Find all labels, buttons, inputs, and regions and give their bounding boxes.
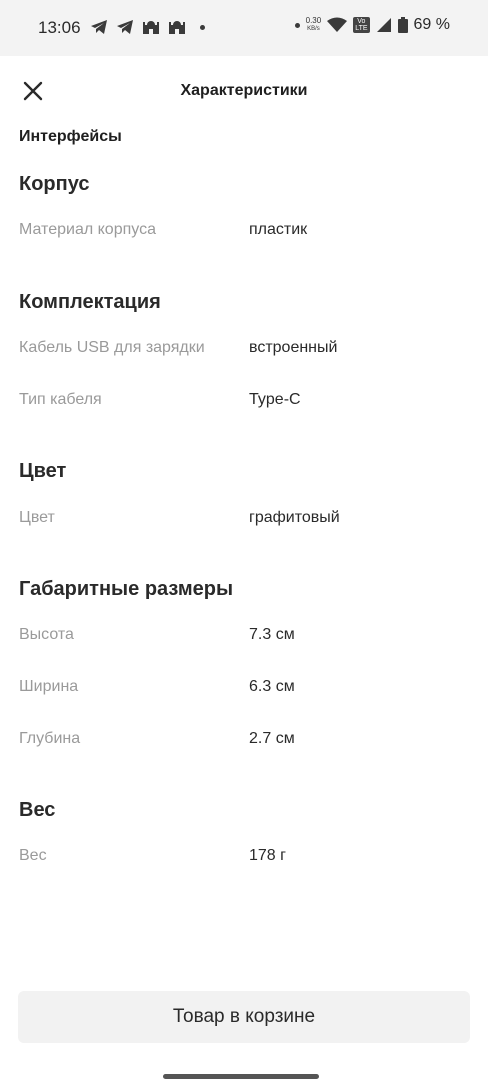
spec-label: Глубина	[19, 730, 81, 747]
spec-value: встроенный	[249, 339, 338, 356]
spec-label: Вес	[19, 847, 47, 864]
more-notifications-dot-icon	[200, 24, 205, 30]
notification-icons	[90, 19, 205, 35]
wifi-icon	[327, 17, 348, 32]
system-icons: 0.30 KB/s Vo LTE 69 %	[294, 16, 450, 34]
spec-value: графитовый	[249, 509, 340, 526]
spec-value: 2.7 см	[249, 730, 295, 747]
telegram-icon	[117, 20, 133, 34]
signal-icon	[376, 18, 391, 32]
volte-icon: Vo LTE	[353, 17, 370, 33]
spec-value: 6.3 см	[249, 678, 295, 695]
battery-icon	[397, 17, 408, 33]
spec-label: Кабель USB для зарядки	[19, 339, 205, 356]
dot-icon	[294, 22, 300, 28]
spec-label: Высота	[19, 626, 74, 643]
mosque-icon	[169, 21, 185, 34]
spec-value: 7.3 см	[249, 626, 295, 643]
status-time: 13:06	[38, 18, 81, 37]
spec-label: Цвет	[19, 509, 55, 526]
spec-value: Type-C	[249, 391, 301, 408]
section-title: Вес	[19, 799, 56, 821]
battery-percent: 69 %	[413, 16, 450, 33]
mosque-icon	[143, 21, 159, 34]
spec-value: пластик	[249, 221, 308, 238]
spec-label: Ширина	[19, 678, 79, 695]
status-bar: 13:06 0.30 KB/s Vo LTE 69 %	[0, 0, 488, 56]
section-title: Корпус	[19, 173, 90, 195]
section-title: Габаритные размеры	[19, 578, 234, 600]
net-speed: 0.30 KB/s	[305, 16, 322, 33]
spec-label: Тип кабеля	[19, 391, 102, 408]
telegram-icon	[91, 20, 107, 34]
top-app-bar: Характеристики	[0, 70, 488, 114]
section-subheading: Интерфейсы	[19, 128, 122, 145]
spec-value: 178 г	[249, 847, 286, 864]
home-indicator[interactable]	[163, 1074, 319, 1079]
in-cart-button[interactable]: Товар в корзине	[18, 991, 470, 1043]
section-title: Комплектация	[19, 291, 161, 313]
spec-label: Материал корпуса	[19, 221, 156, 238]
section-title: Цвет	[19, 460, 67, 482]
page-title: Характеристики	[180, 82, 308, 99]
